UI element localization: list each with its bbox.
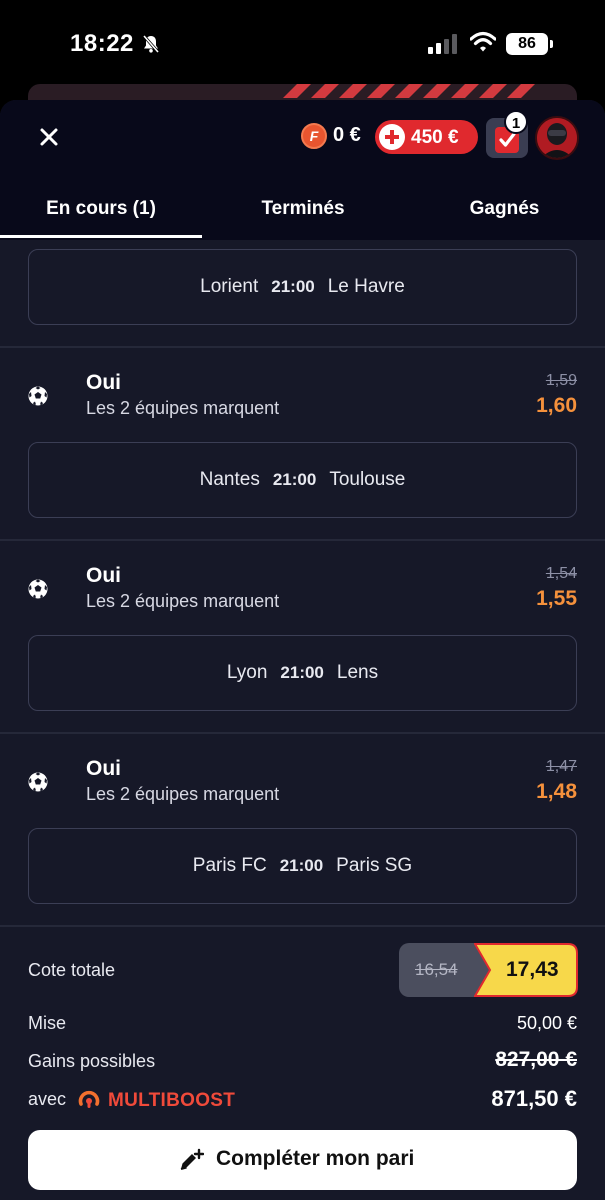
match-card[interactable]: Paris FC 21:00 Paris SG (28, 828, 577, 904)
away-team: Le Havre (327, 276, 405, 297)
freebet-balance[interactable]: 0 € (333, 124, 361, 147)
football-icon (28, 579, 48, 599)
match-card[interactable]: Lorient 21:00 Le Havre (28, 249, 577, 325)
status-time: 18:22 (70, 30, 134, 57)
bonus-amount: 450 € (411, 127, 459, 148)
battery-indicator: 86 (506, 33, 553, 55)
boosted-odds: 1,60 (536, 394, 577, 417)
my-bets-sheet: F 0 € 450 € 1 En cours (1) Terminés Gagn… (0, 100, 605, 1200)
gains-original: 827,00 € (495, 1048, 577, 1071)
tab-termines[interactable]: Terminés (202, 198, 404, 220)
match-card[interactable]: Nantes 21:00 Toulouse (28, 442, 577, 518)
bell-muted-icon (142, 35, 160, 53)
match-time: 21:00 (271, 277, 315, 296)
divider (0, 925, 605, 927)
multiboost-brand: MULTIBOOST (108, 1090, 236, 1111)
match-card[interactable]: Lyon 21:00 Lens (28, 635, 577, 711)
selection-market: Les 2 équipes marquent (86, 591, 280, 611)
active-tab-indicator (0, 235, 202, 238)
boosted-odds: 1,55 (536, 587, 577, 610)
away-team: Lens (336, 662, 379, 683)
away-team: Toulouse (329, 469, 406, 490)
multiboost-logo-icon (78, 1090, 100, 1108)
close-icon[interactable] (34, 122, 64, 152)
away-team: Paris SG (336, 855, 413, 876)
home-team: Lyon (226, 662, 268, 683)
match-time: 21:00 (272, 470, 317, 489)
complete-bet-label: Compléter mon pari (216, 1147, 415, 1170)
stake-label: Mise (28, 1013, 67, 1033)
stake-value: 50,00 € (516, 1013, 577, 1033)
selection-pick: Oui (86, 564, 121, 587)
wifi-icon (470, 31, 496, 52)
sheet-header: F 0 € 450 € 1 En cours (1) Terminés Gagn… (0, 100, 605, 240)
divider (0, 539, 605, 541)
gains-boosted: 871,50 € (491, 1086, 577, 1111)
total-odds-boosted: 17,43 (506, 958, 559, 981)
freebet-coin-icon: F (301, 123, 327, 149)
boosted-odds: 1,48 (536, 780, 577, 803)
tab-en-cours[interactable]: En cours (1) (0, 198, 202, 220)
football-icon (28, 772, 48, 792)
match-time: 21:00 (280, 663, 324, 682)
home-team: Paris FC (192, 855, 267, 876)
total-odds-old: 16,54 (415, 960, 458, 979)
home-team: Lorient (200, 276, 259, 297)
plus-icon (379, 124, 405, 150)
bonus-balance-button[interactable]: 450 € (375, 120, 478, 154)
divider (0, 732, 605, 734)
betslip-count-badge: 1 (504, 110, 528, 134)
football-icon (28, 386, 48, 406)
old-odds: 1,59 (545, 372, 577, 389)
divider (0, 346, 605, 348)
pencil-plus-icon (180, 1148, 204, 1170)
selection-pick: Oui (86, 371, 121, 394)
with-label: avec (28, 1089, 67, 1109)
old-odds: 1,54 (545, 565, 577, 582)
cellular-signal-icon (428, 34, 457, 54)
status-bar: 18:22 86 (0, 0, 605, 88)
total-odds-boosted-box: 17,43 (474, 943, 578, 997)
selection-market: Les 2 équipes marquent (86, 784, 280, 804)
complete-bet-button[interactable]: Compléter mon pari (28, 1130, 577, 1190)
match-time: 21:00 (279, 856, 324, 875)
old-odds: 1,47 (545, 758, 577, 775)
home-team: Nantes (199, 469, 260, 490)
total-odds-label: Cote totale (28, 960, 116, 980)
gains-label: Gains possibles (28, 1051, 156, 1071)
bet-status-tabs: En cours (1) Terminés Gagnés (0, 184, 605, 240)
selection-market: Les 2 équipes marquent (86, 398, 280, 418)
selection-pick: Oui (86, 757, 121, 780)
tab-gagnes[interactable]: Gagnés (404, 198, 605, 220)
avatar[interactable] (535, 116, 579, 160)
